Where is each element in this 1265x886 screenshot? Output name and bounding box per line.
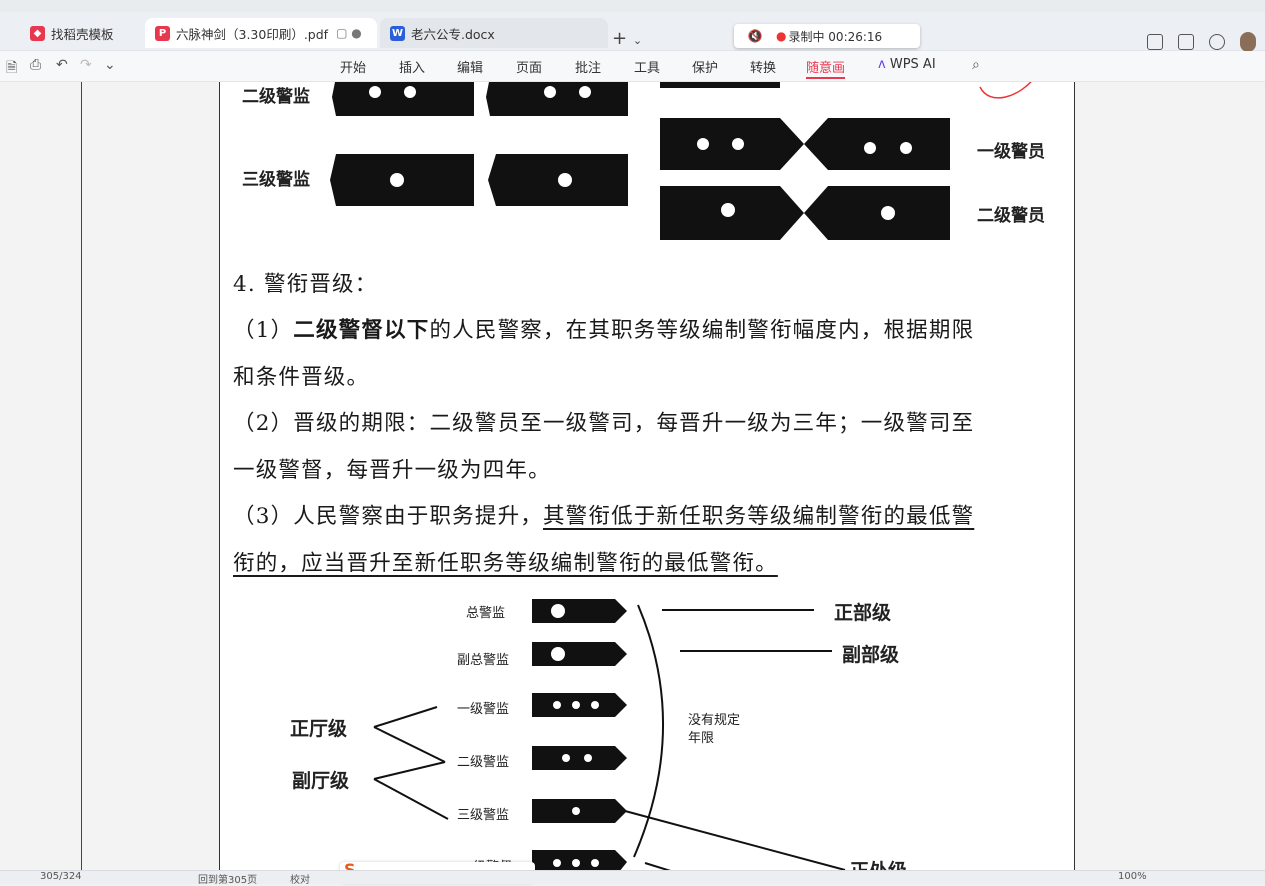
bold-text: 二级警督以下: [293, 318, 430, 343]
speaker-muted-icon[interactable]: 🔇: [734, 29, 776, 43]
badge-shape: [532, 746, 627, 770]
undo-icon[interactable]: ↶: [56, 57, 68, 73]
paragraph-3-cont: 衔的，应当晋升至新任职务等级编制警衔的最低警衔。: [233, 551, 778, 576]
badge-shape: [532, 642, 627, 666]
menu-page[interactable]: 页面: [516, 57, 542, 76]
search-icon[interactable]: ⌕: [972, 57, 980, 73]
print-icon[interactable]: ⎙: [30, 57, 41, 73]
menu-protect[interactable]: 保护: [692, 57, 718, 76]
os-top-strip: [0, 0, 1265, 12]
ribbon-toolbar: 🗎 ⎙ ↶ ↷ ⌄ 开始 插入 编辑 页面 批注 工具 保护 转换 随意画 ʌ …: [0, 51, 1265, 82]
avatar[interactable]: [1240, 32, 1256, 52]
menu-home[interactable]: 开始: [340, 57, 366, 76]
wps-ai-icon: ʌ: [878, 57, 886, 72]
docer-icon: ◆: [30, 25, 45, 41]
status-bar: 305/324 回到第305页 校对 100%: [0, 870, 1265, 886]
tab-options-icon[interactable]: ▢ ●: [336, 26, 362, 40]
level-label: 副厅级: [292, 770, 350, 792]
underlined-text: 其警衔低于新任职务等级编制警衔的最低警: [542, 504, 975, 529]
rank-label: 总警监: [466, 606, 506, 621]
badge-shape: [532, 599, 627, 623]
badge-shape: [332, 82, 474, 116]
badge-shape: [804, 186, 950, 240]
level-label: 正厅级: [290, 718, 348, 740]
badge-shape: [532, 850, 627, 870]
menu-convert[interactable]: 转换: [750, 57, 776, 76]
level-label: 正处级: [850, 856, 907, 870]
cube-icon[interactable]: [1209, 34, 1225, 50]
menu-freehand[interactable]: 随意画: [806, 57, 846, 79]
restore-icon[interactable]: [1178, 34, 1194, 50]
new-tab-button[interactable]: + ⌄: [612, 28, 642, 49]
tab-docx[interactable]: W 老六公专.docx: [380, 18, 608, 48]
freehand-stroke: [979, 82, 1032, 99]
recording-indicator[interactable]: 🔇 ● 录制中 00:26:16: [734, 24, 920, 48]
paragraph-2-cont: 一级警督，每晋升一级为四年。: [233, 458, 551, 483]
level-label: 正部级: [834, 602, 892, 624]
tab-docer-templates[interactable]: ◆ 找稻壳模板: [20, 18, 142, 48]
recording-label: 录制中 00:26:16: [788, 29, 883, 44]
pdf-icon: P: [155, 25, 170, 41]
menu-wps-ai[interactable]: ʌ WPS AI: [878, 57, 936, 72]
word-icon: W: [390, 25, 405, 41]
pdf-page: 二级警监 三级警监 一级警员 二级警员 4. 警衔晋级： （1）二级警督以下的人…: [219, 82, 1075, 870]
badge-shape: [486, 82, 628, 116]
chevron-down-icon[interactable]: ⌄: [633, 34, 642, 47]
paragraph-1-cont: 和条件晋级。: [233, 365, 370, 390]
chevron-down-icon[interactable]: ⌄: [104, 57, 116, 73]
paragraph-2: （2）晋级的期限：二级警员至一级警司，每晋升一级为三年；一级警司至: [233, 411, 975, 436]
rank-label: 二级警监: [457, 755, 510, 770]
rank-badges-image: [330, 82, 1032, 240]
badge-shape: [804, 118, 950, 170]
badge-label: 一级警员: [977, 142, 1045, 162]
section-heading: 4. 警衔晋级：: [233, 272, 378, 297]
rank-label: 三级警监: [457, 808, 510, 823]
tab-bar: ◆ 找稻壳模板 P 六脉神剑（3.30印刷）.pdf ▢ ● W 老六公专.do…: [0, 12, 1265, 52]
note-label: 没有规定 年限: [688, 713, 741, 746]
rank-label: 一级警监: [457, 702, 510, 717]
share-icon[interactable]: [1147, 34, 1163, 50]
menu-edit[interactable]: 编辑: [457, 57, 483, 76]
redo-icon[interactable]: ↷: [80, 57, 92, 73]
menu-tools[interactable]: 工具: [634, 57, 660, 76]
tab-label: 老六公专.docx: [411, 26, 495, 42]
proofread-button[interactable]: 校对: [290, 871, 310, 886]
rank-diagram: [373, 599, 846, 870]
badge-label: 二级警监: [242, 87, 310, 107]
badge-shape: [660, 82, 780, 88]
paragraph-3: （3）人民警察由于职务提升，其警衔低于新任职务等级编制警衔的最低警: [233, 504, 975, 529]
badge-label: 二级警员: [977, 206, 1045, 226]
tab-pdf[interactable]: P 六脉神剑（3.30印刷）.pdf ▢ ●: [145, 18, 377, 48]
level-label: 副部级: [842, 644, 900, 666]
tab-label: 找稻壳模板: [51, 26, 114, 42]
save-icon[interactable]: 🗎: [6, 57, 17, 81]
tab-label: 六脉神剑（3.30印刷）.pdf: [176, 26, 329, 42]
record-dot-icon: ●: [776, 29, 787, 43]
back-to-page-link[interactable]: 回到第305页: [198, 871, 257, 886]
page-indicator[interactable]: 305/324: [40, 871, 82, 882]
menu-annotate[interactable]: 批注: [575, 57, 601, 76]
page-edge-line: [81, 82, 82, 870]
paragraph-1: （1）二级警督以下的人民警察，在其职务等级编制警衔幅度内，根据期限: [233, 318, 975, 343]
rank-label: 副总警监: [457, 653, 510, 668]
badge-label: 三级警监: [242, 170, 310, 190]
menu-insert[interactable]: 插入: [399, 57, 425, 76]
zoom-level[interactable]: 100%: [1118, 871, 1147, 882]
